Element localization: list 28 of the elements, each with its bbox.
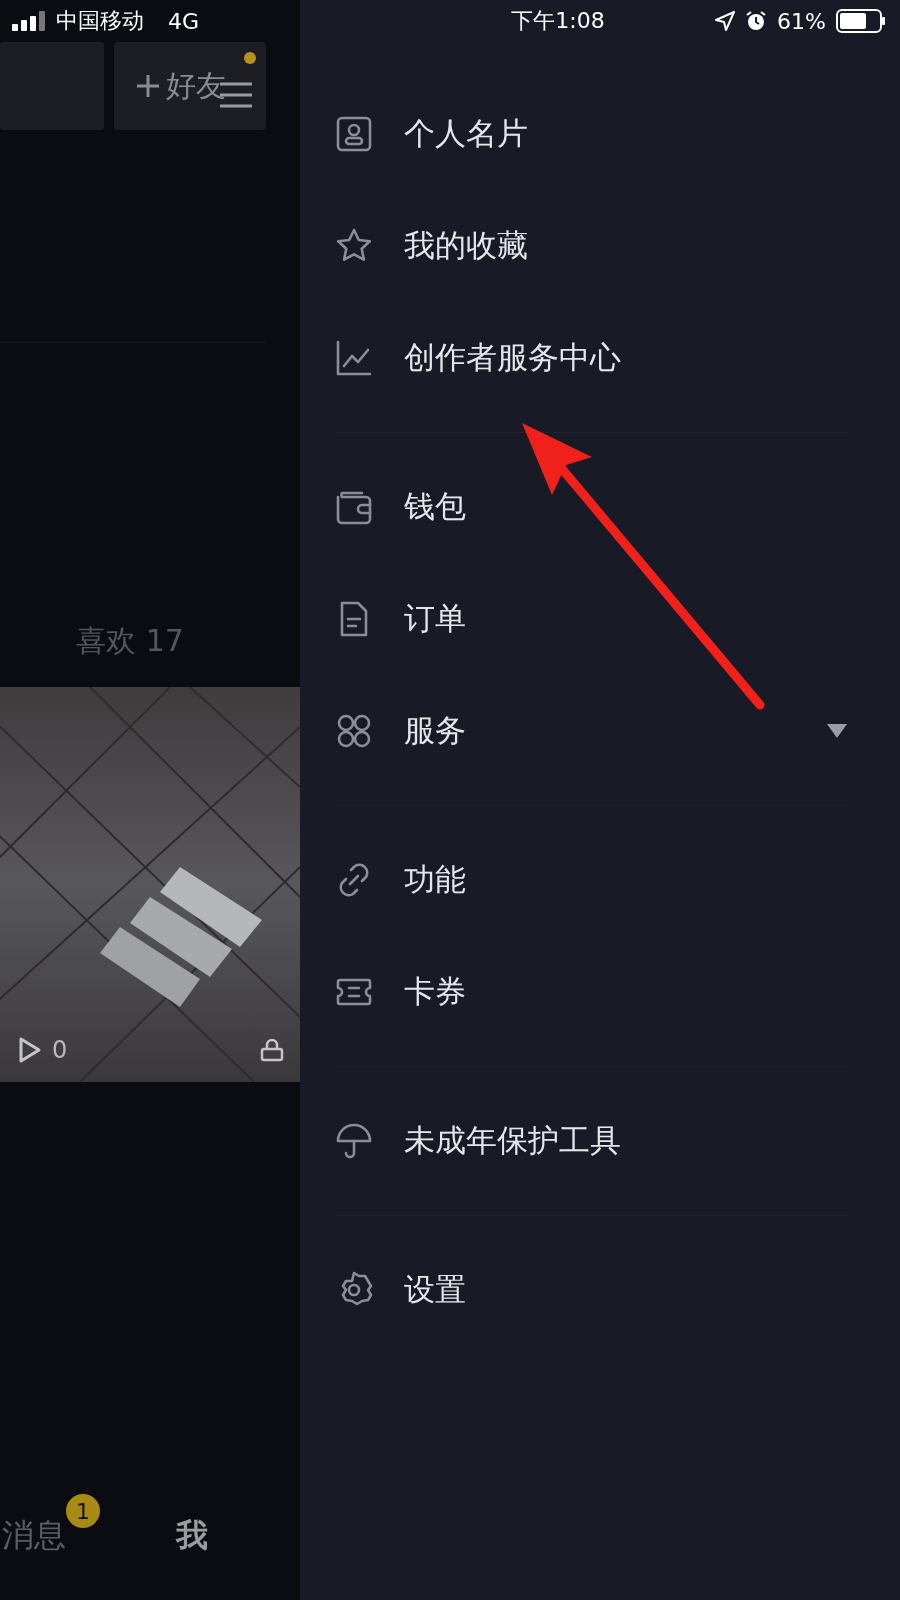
nav-tab[interactable]: 我 — [176, 1514, 208, 1558]
carrier-name: 中国移动 — [56, 7, 144, 35]
menu-item[interactable]: 个人名片 — [334, 78, 848, 190]
menu-item[interactable]: 服务 — [334, 675, 848, 787]
profile-card-icon — [334, 114, 374, 154]
signal-icon — [12, 11, 46, 31]
location-arrow-icon — [715, 11, 736, 31]
menu-item[interactable]: 设置 — [334, 1234, 848, 1346]
menu-item[interactable]: 我的收藏 — [334, 190, 848, 302]
battery-icon — [836, 9, 886, 33]
clock-time: 下午1:08 — [511, 7, 605, 35]
menu-item[interactable]: 钱包 — [334, 451, 848, 563]
line-chart-icon — [334, 338, 374, 378]
menu-item[interactable]: 创作者服务中心 — [334, 302, 848, 414]
menu-item[interactable]: 订单 — [334, 563, 848, 675]
battery-percent: 61% — [777, 8, 826, 34]
network-type: 4G — [168, 8, 200, 34]
menu-item[interactable]: 卡券 — [334, 936, 848, 1048]
plus-icon — [136, 74, 160, 98]
add-friend-button[interactable]: 好友 — [114, 42, 266, 130]
umbrella-icon — [334, 1121, 374, 1161]
play-count: 0 — [52, 1036, 68, 1064]
alarm-clock-icon — [745, 10, 768, 32]
caret-icon[interactable] — [826, 723, 848, 739]
menu-item[interactable]: 功能 — [334, 824, 848, 936]
play-icon — [18, 1036, 42, 1064]
menu-item[interactable]: 未成年保护工具 — [334, 1085, 848, 1197]
unread-badge: 1 — [66, 1494, 100, 1528]
